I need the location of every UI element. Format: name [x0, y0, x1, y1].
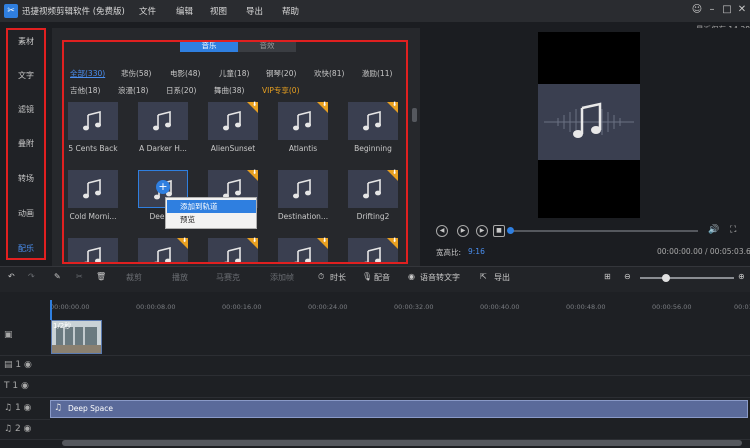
text-track-icon: T 1 ◉ — [4, 381, 29, 391]
redo-icon[interactable]: ↷ — [28, 272, 35, 281]
music-track-2-head: ♫ 2 ◉ — [0, 420, 50, 440]
ruler-tick: 00:00:00.00 — [50, 303, 90, 311]
pip-track-head: ▤ 1 ◉ — [0, 356, 50, 376]
next-frame-button[interactable]: ▶ — [476, 225, 488, 237]
crop-button[interactable]: 裁剪 — [126, 272, 142, 283]
speech-icon: ◉ — [408, 272, 415, 281]
music-waveform-art — [538, 84, 640, 160]
music-track-1-head: ♫ 1 ◉ — [0, 398, 50, 420]
ruler-tick: 00:00:32.00 — [394, 303, 434, 311]
timeline-scrollbar[interactable] — [62, 440, 742, 446]
export-button[interactable]: 导出 — [494, 272, 510, 283]
video-track-head: ▣ — [0, 318, 50, 356]
clock-icon: ⏱ — [318, 272, 325, 281]
ctx-preview[interactable]: 预览 — [167, 213, 256, 226]
playback-button[interactable]: 播放 — [172, 272, 188, 283]
ruler-tick: 00:00:40.00 — [480, 303, 520, 311]
highlight-frame — [62, 40, 408, 264]
play-button[interactable]: ▶ — [457, 225, 469, 237]
video-track[interactable] — [50, 318, 750, 356]
undo-icon[interactable]: ↶ — [8, 272, 15, 281]
time-readout: 00:00:00.00 / 00:05:03.68 — [657, 247, 750, 256]
text-track-head: T 1 ◉ — [0, 376, 50, 398]
text-track[interactable] — [50, 376, 750, 398]
music-note-icon: ♫ 2 ◉ — [4, 424, 32, 434]
music-note-icon: ♫ — [54, 403, 63, 413]
duration-button[interactable]: 时长 — [330, 272, 346, 283]
ruler-tick: 00:00:56.00 — [652, 303, 692, 311]
ruler-tick: 00:01:0 — [734, 303, 750, 311]
playhead[interactable] — [50, 300, 52, 320]
audio-clip-label: Deep Space — [68, 404, 114, 413]
zoom-in-icon[interactable]: ⊕ — [738, 272, 745, 281]
voiceover-button[interactable]: 配音 — [374, 272, 390, 283]
fit-icon[interactable]: ⊞ — [604, 272, 611, 281]
speech-to-text-button[interactable]: 语音转文字 — [420, 272, 460, 283]
media-scrollbar[interactable] — [412, 108, 417, 122]
audio-clip[interactable] — [50, 400, 748, 418]
pip-icon: ▤ 1 ◉ — [4, 360, 32, 370]
mosaic-button[interactable]: 马赛克 — [216, 272, 240, 283]
seek-knob[interactable] — [507, 227, 514, 234]
volume-icon[interactable]: 🔊 — [708, 225, 719, 235]
fullscreen-icon[interactable]: ⛶ — [730, 225, 736, 235]
zoom-knob[interactable] — [662, 274, 670, 282]
time-ruler[interactable]: 00:00:00.00 00:00:08.00 00:00:16.00 00:0… — [50, 298, 750, 314]
ruler-tick: 00:00:24.00 — [308, 303, 348, 311]
ruler-tick: 00:00:48.00 — [566, 303, 606, 311]
zoom-slider[interactable] — [640, 277, 734, 279]
stop-button[interactable]: ■ — [493, 225, 505, 237]
video-clip-label: 1/2秒 — [53, 322, 72, 330]
zoom-out-icon[interactable]: ⊖ — [624, 272, 631, 281]
music-track-2[interactable] — [50, 420, 750, 440]
music-note-icon: ♫ 1 ◉ — [4, 403, 32, 413]
ruler-tick: 00:00:08.00 — [136, 303, 176, 311]
prev-frame-button[interactable]: ◀ — [436, 225, 448, 237]
ruler-tick: 00:00:16.00 — [222, 303, 262, 311]
delete-icon[interactable]: 🗑 — [96, 272, 106, 281]
add-frame-button[interactable]: 添加帧 — [270, 272, 294, 283]
export-icon: ⇱ — [480, 272, 487, 281]
context-menu: 添加到轨道 预览 — [165, 197, 257, 229]
pip-track[interactable] — [50, 356, 750, 376]
film-icon: ▣ — [4, 330, 13, 340]
seek-bar[interactable] — [510, 230, 698, 232]
ctx-add-to-track[interactable]: 添加到轨道 — [167, 200, 256, 213]
cut-icon[interactable]: ✂ — [76, 272, 83, 281]
edit-icon[interactable]: ✎ — [54, 272, 61, 281]
aspect-ratio-value[interactable]: 9:16 — [468, 247, 485, 256]
aspect-ratio-label: 宽高比: — [436, 248, 462, 257]
mic-icon: 🎙 — [362, 272, 373, 281]
